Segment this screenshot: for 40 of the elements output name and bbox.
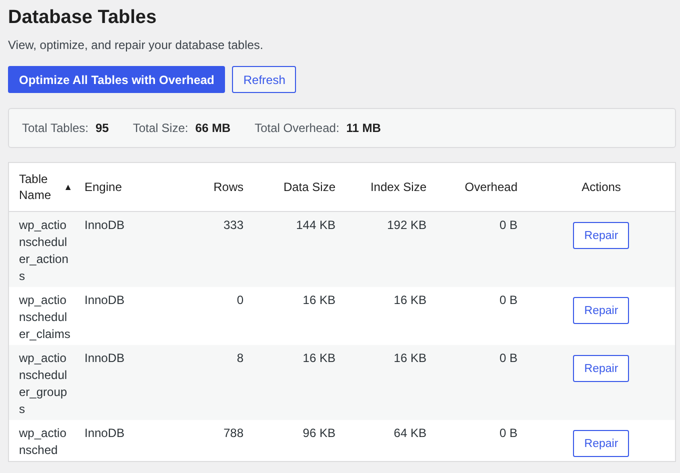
table-name-cell: wp_actionscheduler_groups bbox=[19, 351, 68, 416]
table-cell: 333 bbox=[223, 218, 244, 232]
stat-value: 66 MB bbox=[195, 121, 231, 135]
table-cell: 788 bbox=[223, 426, 244, 440]
table-cell: InnoDB bbox=[84, 218, 125, 232]
page-description: View, optimize, and repair your database tables. bbox=[8, 38, 264, 52]
repair-button[interactable]: Repair bbox=[573, 355, 630, 382]
sort-indicator: ▲ bbox=[64, 181, 72, 194]
page-title: Database Tables bbox=[8, 6, 158, 30]
repair-button[interactable]: Repair bbox=[573, 430, 630, 457]
table-cell: 16 KB bbox=[302, 351, 336, 365]
table-cell: 16 KB bbox=[302, 293, 336, 307]
optimize-button[interactable]: Optimize All Tables with Overhead bbox=[8, 66, 226, 93]
stat-value: 11 MB bbox=[346, 121, 381, 135]
repair-button[interactable]: Repair bbox=[573, 297, 630, 324]
table-cell: 0 B bbox=[499, 351, 518, 365]
table-cell: 0 B bbox=[499, 426, 518, 440]
table-cell: InnoDB bbox=[84, 351, 125, 365]
stat-label: Total Overhead: bbox=[254, 121, 340, 135]
table-cell: 8 bbox=[236, 351, 244, 365]
refresh-button[interactable]: Refresh bbox=[232, 66, 296, 93]
stat-label: Total Tables: bbox=[22, 121, 88, 135]
table-cell: 0 B bbox=[499, 218, 518, 232]
table-cell: 0 B bbox=[499, 293, 518, 307]
stat-value: 95 bbox=[96, 121, 109, 135]
table-cell: 64 KB bbox=[394, 426, 426, 440]
table-cell: 0 bbox=[236, 293, 244, 307]
stat-label: Total Size: bbox=[132, 121, 188, 135]
repair-button[interactable]: Repair bbox=[573, 222, 630, 249]
table-name-cell: wp_actionscheduler_actions bbox=[19, 218, 68, 283]
table-cell: 144 KB bbox=[296, 218, 336, 232]
table-cell: InnoDB bbox=[84, 426, 125, 440]
table-name-cell: wp_actionsched bbox=[19, 426, 66, 457]
table-cell: InnoDB bbox=[84, 293, 125, 307]
table-cell: 16 KB bbox=[394, 293, 426, 307]
column-header[interactable]: Table Name bbox=[19, 171, 60, 203]
table-cell: 16 KB bbox=[394, 351, 426, 365]
table-cell: 96 KB bbox=[302, 426, 336, 440]
table-name-cell: wp_actionscheduler_claims bbox=[19, 293, 70, 341]
table-cell: 192 KB bbox=[387, 218, 426, 232]
